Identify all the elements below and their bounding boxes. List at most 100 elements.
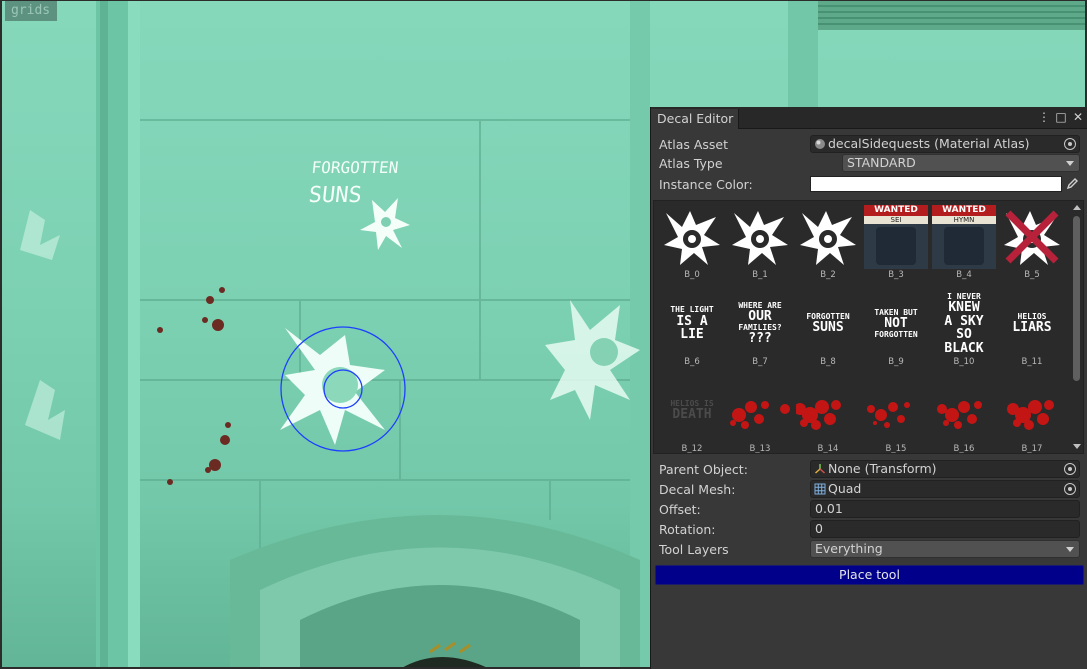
decal-thumbnail (796, 205, 860, 269)
instance-color-row: Instance Color: (659, 175, 1079, 194)
decal-mesh-field[interactable]: Quad (810, 480, 1080, 498)
decal-tile[interactable]: WHERE ARE OUR FAMILIES???? B_7 (726, 290, 794, 372)
decal-tile[interactable]: TAKEN BUT NOT FORGOTTEN B_9 (862, 290, 930, 372)
tool-layers-row: Tool Layers Everything (659, 540, 1080, 559)
decal-thumbnail (660, 205, 724, 269)
maximize-icon[interactable]: □ (1054, 110, 1068, 124)
kebab-menu-icon[interactable]: ⋮ (1037, 110, 1051, 124)
poster-subtitle: SEI (864, 216, 928, 224)
decal-tile[interactable]: FORGOTTEN SUNS B_8 (794, 290, 862, 372)
atlas-asset-field[interactable]: decalSidequests (Material Atlas) (810, 135, 1080, 153)
offset-label[interactable]: Offset: (659, 500, 701, 519)
decal-thumbnail: WHERE ARE OUR FAMILIES???? (728, 292, 792, 356)
decal-name-label: B_13 (749, 444, 771, 454)
decal-tile[interactable]: WANTED HYMN B_4 (930, 203, 998, 285)
object-picker-icon[interactable] (1064, 463, 1076, 475)
decal-thumbnail: TAKEN BUT NOT FORGOTTEN (864, 292, 928, 356)
atlas-type-dropdown[interactable]: STANDARD (842, 154, 1080, 172)
parent-object-field[interactable]: None (Transform) (810, 460, 1080, 478)
decal-graffiti-text: FORGOTTEN (874, 329, 918, 339)
decal-thumbnail (864, 379, 928, 443)
decal-atlas-grid[interactable]: B_0 B_1 B_2 WANTED SEI B_3 WANTED HYMN B_4 B_5 THE… (653, 200, 1084, 454)
decal-tile[interactable]: HELIOS IS DEATH B_12 (658, 377, 726, 453)
atlas-type-label: Atlas Type (659, 156, 723, 171)
decal-name-label: B_0 (684, 270, 700, 280)
tab-decal-editor[interactable]: Decal Editor (651, 109, 739, 129)
decal-tile[interactable]: HELIOS LIARS B_11 (998, 290, 1066, 372)
scroll-down-icon[interactable] (1073, 444, 1081, 449)
decal-graffiti-text: NOT (884, 316, 908, 332)
chevron-down-icon (1066, 161, 1074, 166)
decal-thumbnail: WANTED SEI (864, 205, 928, 269)
decal-tile[interactable]: THE LIGHT IS A LIE B_6 (658, 290, 726, 372)
decal-graffiti-text: DEATH (672, 407, 712, 423)
grid-scrollbar[interactable] (1070, 201, 1083, 453)
decal-tile[interactable]: B_15 (862, 377, 930, 453)
decal-thumbnail (932, 379, 996, 443)
decal-name-label: B_9 (888, 357, 904, 367)
object-picker-icon[interactable] (1064, 483, 1076, 495)
decal-thumbnail (728, 379, 792, 443)
decal-name-label: B_3 (888, 270, 904, 280)
atlas-asset-label: Atlas Asset (659, 137, 729, 152)
atlas-asset-row: Atlas Asset decalSidequests (Material At… (659, 135, 1080, 154)
scroll-thumb[interactable] (1073, 216, 1080, 381)
panel-tab-bar: Decal Editor ⋮ □ ✕ (651, 107, 1087, 129)
grids-overlay-label[interactable]: grids (5, 1, 57, 21)
decal-tile[interactable]: B_16 (930, 377, 998, 453)
poster-header: WANTED (932, 205, 996, 216)
decal-tile[interactable]: B_17 (998, 377, 1066, 453)
tool-layers-dropdown[interactable]: Everything (810, 540, 1080, 558)
decal-thumbnail: FORGOTTEN SUNS (796, 292, 860, 356)
chevron-down-icon (1066, 547, 1074, 552)
decal-thumbnail: HELIOS IS DEATH (660, 379, 724, 443)
decal-thumbnail: HELIOS LIARS (1000, 292, 1064, 356)
close-icon[interactable]: ✕ (1071, 110, 1085, 124)
offset-input[interactable]: 0.01 (810, 500, 1080, 518)
decal-name-label: B_1 (752, 270, 768, 280)
decal-tile[interactable]: B_14 (794, 377, 862, 453)
decal-graffiti-text: OUR (748, 309, 772, 325)
parent-object-row: Parent Object: None (Transform) (659, 460, 1080, 479)
decal-thumbnail: WANTED HYMN (932, 205, 996, 269)
decal-graffiti-text: IS A (676, 313, 708, 329)
decal-thumbnail (1000, 379, 1064, 443)
scroll-up-icon[interactable] (1073, 205, 1081, 210)
decal-name-label: B_4 (956, 270, 972, 280)
decal-mesh-value: Quad (828, 481, 862, 496)
wall-graffiti-text: FORGOTTEN SUNS (307, 158, 400, 208)
tool-layers-value: Everything (815, 541, 883, 556)
decal-name-label: B_7 (752, 357, 768, 367)
poster-header: WANTED (864, 205, 928, 216)
decal-graffiti-text: ??? (748, 331, 772, 347)
decal-thumbnail: I NEVER KNEW A SKY SO BLACK (932, 292, 996, 356)
decal-tile[interactable]: B_1 (726, 203, 794, 285)
eyedropper-icon[interactable] (1065, 177, 1079, 191)
decal-name-label: B_6 (684, 357, 700, 367)
decal-tile[interactable]: I NEVER KNEW A SKY SO BLACK B_10 (930, 290, 998, 372)
decal-tile[interactable]: B_2 (794, 203, 862, 285)
transform-icon (815, 464, 825, 474)
decal-tile[interactable]: B_0 (658, 203, 726, 285)
decal-thumbnail: THE LIGHT IS A LIE (660, 292, 724, 356)
decal-tile[interactable]: WANTED SEI B_3 (862, 203, 930, 285)
decal-graffiti-text: KNEW (948, 299, 980, 315)
decal-mesh-label: Decal Mesh: (659, 482, 736, 497)
rotation-label[interactable]: Rotation: (659, 520, 716, 539)
decal-name-label: B_11 (1021, 357, 1043, 367)
decal-graffiti-text: LIE (680, 327, 704, 343)
place-tool-button[interactable]: Place tool (655, 565, 1084, 585)
rotation-input[interactable]: 0 (810, 520, 1080, 538)
poster-portrait (876, 227, 916, 265)
object-picker-icon[interactable] (1064, 138, 1076, 150)
decal-tile[interactable]: B_5 (998, 203, 1066, 285)
decal-editor-panel: Decal Editor ⋮ □ ✕ Atlas Asset decalSide… (650, 107, 1087, 669)
decal-graffiti-text: A SKY (944, 313, 984, 329)
instance-color-label: Instance Color: (659, 177, 753, 192)
decal-tile[interactable]: B_13 (726, 377, 794, 454)
mesh-icon (814, 483, 826, 495)
decal-graffiti-text: BLACK (944, 340, 984, 356)
decal-graffiti-text: SO (956, 327, 972, 343)
instance-color-swatch[interactable] (810, 176, 1062, 192)
parent-object-label: Parent Object: (659, 462, 748, 477)
